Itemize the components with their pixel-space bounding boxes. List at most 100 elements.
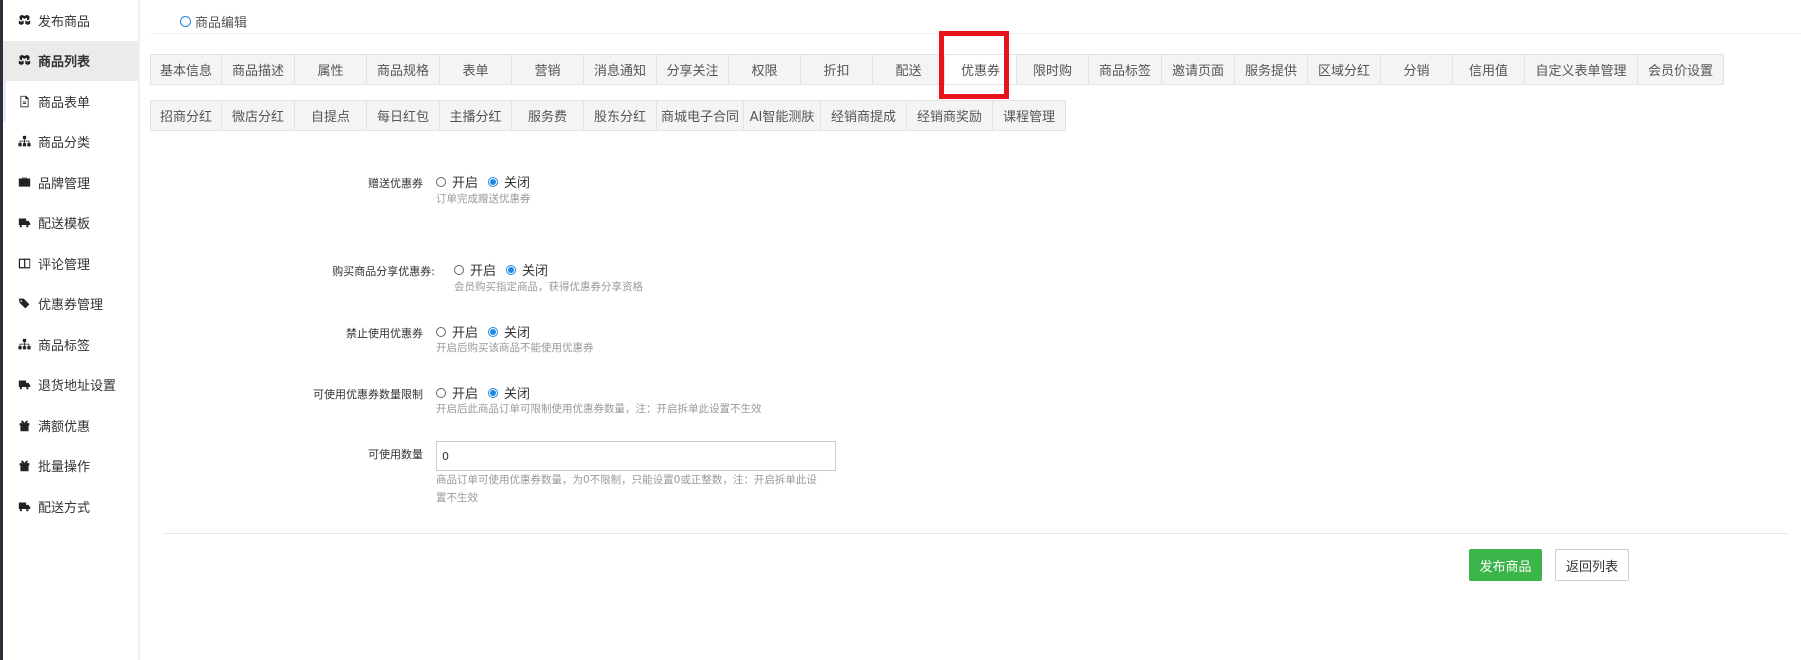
radio-off-icon: [454, 264, 464, 275]
divider: [150, 33, 1801, 34]
tab-marketing[interactable]: 营销: [512, 54, 584, 85]
sidebar-item-brand[interactable]: 品牌管理: [3, 162, 138, 203]
option-label: 关闭: [504, 176, 531, 191]
sidebar-item-goods-form[interactable]: 商品表单: [3, 81, 138, 122]
tab-specs[interactable]: 商品规格: [367, 54, 440, 85]
usable-count-input[interactable]: [436, 441, 836, 471]
radio-off-icon: [436, 326, 446, 337]
tab-invite-page[interactable]: 邀请页面: [1162, 54, 1235, 85]
sidebar-item-publish-goods[interactable]: 发布商品: [3, 0, 138, 41]
tab-description[interactable]: 商品描述: [222, 54, 295, 85]
breadcrumb: 商品编辑: [180, 12, 247, 31]
sidebar-item-coupons[interactable]: 优惠券管理: [3, 284, 138, 325]
tab-bar-row-2: 招商分红 微店分红 自提点 每日红包 主播分红 服务费 股东分红 商城电子合同 …: [150, 100, 1066, 131]
tab-notification[interactable]: 消息通知: [584, 54, 657, 85]
sidebar-item-full-discount[interactable]: 满额优惠: [3, 405, 138, 446]
tab-service[interactable]: 服务提供: [1235, 54, 1308, 85]
tab-shareholder-dividend[interactable]: 股东分红: [584, 100, 657, 131]
circle-icon: [180, 16, 191, 27]
tab-discount[interactable]: 折扣: [801, 54, 873, 85]
forbid-coupon-label: 禁止使用优惠券: [346, 327, 423, 340]
tab-basic-info[interactable]: 基本信息: [150, 54, 222, 85]
sidebar-item-label: 配送模板: [38, 217, 91, 233]
sidebar-divider: [138, 0, 140, 660]
tab-course[interactable]: 课程管理: [993, 100, 1066, 131]
sidebar-item-goods-category[interactable]: 商品分类: [3, 122, 138, 163]
radio-on-icon: [488, 176, 499, 187]
sidebar-item-label: 商品表单: [38, 95, 91, 111]
sidebar-item-label: 商品标签: [38, 338, 91, 354]
tab-e-contract[interactable]: 商城电子合同: [657, 100, 744, 131]
option-label: 开启: [470, 264, 497, 279]
share-coupon-on-option[interactable]: 开启: [454, 260, 496, 279]
option-label: 开启: [452, 176, 479, 191]
tab-anchor-dividend[interactable]: 主播分红: [440, 100, 512, 131]
tab-custom-form[interactable]: 自定义表单管理: [1525, 54, 1638, 85]
radio-on-icon: [488, 387, 499, 398]
tab-credit[interactable]: 信用值: [1453, 54, 1525, 85]
tab-distribution[interactable]: 分销: [1381, 54, 1453, 85]
share-coupon-help: 会员购买指定商品，获得优惠券分享资格: [454, 281, 643, 293]
usable-count-label: 可使用数量: [368, 448, 423, 461]
sidebar-item-delivery-method[interactable]: 配送方式: [3, 486, 138, 527]
gift-coupon-label: 赠送优惠券: [368, 177, 423, 190]
radio-on-icon: [506, 264, 517, 275]
radio-off-icon: [436, 387, 446, 398]
tab-merchant-dividend[interactable]: 招商分红: [150, 100, 222, 131]
sidebar-item-comments[interactable]: 评论管理: [3, 243, 138, 284]
tab-daily-redpacket[interactable]: 每日红包: [367, 100, 440, 131]
gift-coupon-radio-group: 开启 关闭: [436, 172, 540, 191]
gift-coupon-off-option[interactable]: 关闭: [488, 172, 530, 191]
sidebar-item-label: 配送方式: [38, 500, 91, 516]
gift-coupon-on-option[interactable]: 开启: [436, 172, 478, 191]
gift-icon: [17, 418, 31, 432]
option-label: 关闭: [522, 264, 549, 279]
tab-flash-sale[interactable]: 限时购: [1017, 54, 1089, 85]
limit-coupon-help: 开启后此商品订单可限制使用优惠券数量，注：开启拆单此设置不生效: [436, 403, 762, 415]
sidebar-item-return-address[interactable]: 退货地址设置: [3, 365, 138, 406]
tab-attributes[interactable]: 属性: [295, 54, 367, 85]
usable-count-help-line2: 置不生效: [436, 492, 478, 504]
sidebar-item-batch[interactable]: 批量操作: [3, 446, 138, 487]
share-coupon-off-option[interactable]: 关闭: [506, 260, 548, 279]
sidebar-item-goods-tags[interactable]: 商品标签: [3, 324, 138, 365]
tab-share-follow[interactable]: 分享关注: [657, 54, 729, 85]
sidebar-item-label: 退货地址设置: [38, 379, 117, 395]
tab-form[interactable]: 表单: [440, 54, 512, 85]
sidebar-item-label: 评论管理: [38, 257, 91, 273]
tab-ai-skin[interactable]: AI智能测肤: [744, 100, 821, 131]
truck-icon: [17, 216, 31, 230]
publish-goods-button[interactable]: 发布商品: [1469, 549, 1542, 581]
radio-on-icon: [488, 326, 499, 337]
sidebar-item-label: 商品分类: [38, 136, 91, 152]
tab-region-dividend[interactable]: 区域分红: [1308, 54, 1381, 85]
tab-permission[interactable]: 权限: [729, 54, 801, 85]
sidebar-item-label: 批量操作: [38, 460, 91, 476]
usable-count-help-line1: 商品订单可使用优惠券数量，为0不限制，只能设置0或正整数，注：开启拆单此设: [436, 474, 817, 486]
tab-coupon[interactable]: 优惠券: [945, 54, 1017, 85]
tab-bar-row-1: 基本信息 商品描述 属性 商品规格 表单 营销 消息通知 分享关注 权限 折扣 …: [150, 54, 1724, 85]
breadcrumb-label: 商品编辑: [195, 16, 248, 31]
sidebar-item-delivery-template[interactable]: 配送模板: [3, 203, 138, 244]
tab-pickup-point[interactable]: 自提点: [295, 100, 367, 131]
tab-shop-dividend[interactable]: 微店分红: [222, 100, 295, 131]
tab-delivery[interactable]: 配送: [873, 54, 945, 85]
briefcase-icon: [17, 175, 31, 189]
back-to-list-button[interactable]: 返回列表: [1555, 549, 1629, 581]
sidebar-item-label: 发布商品: [38, 14, 91, 30]
tab-member-price[interactable]: 会员价设置: [1638, 54, 1724, 85]
sidebar-item-goods-list[interactable]: 商品列表: [3, 40, 138, 81]
main-content: 商品编辑 基本信息 商品描述 属性 商品规格 表单 营销 消息通知 分享关注 权…: [150, 0, 1801, 660]
tab-goods-tags[interactable]: 商品标签: [1089, 54, 1162, 85]
tab-service-fee[interactable]: 服务费: [512, 100, 584, 131]
sitemap-icon: [17, 135, 31, 149]
tab-dealer-reward[interactable]: 经销商奖励: [907, 100, 993, 131]
sidebar-item-label: 商品列表: [38, 55, 91, 71]
tab-dealer-commission[interactable]: 经销商提成: [821, 100, 907, 131]
truck-icon: [17, 499, 31, 513]
tags-icon: [17, 297, 31, 311]
share-coupon-radio-group: 开启 关闭: [454, 260, 558, 279]
sidebar-item-label: 优惠券管理: [38, 298, 104, 314]
sidebar-item-label: 满额优惠: [38, 419, 91, 435]
limit-coupon-label: 可使用优惠券数量限制: [313, 388, 423, 401]
